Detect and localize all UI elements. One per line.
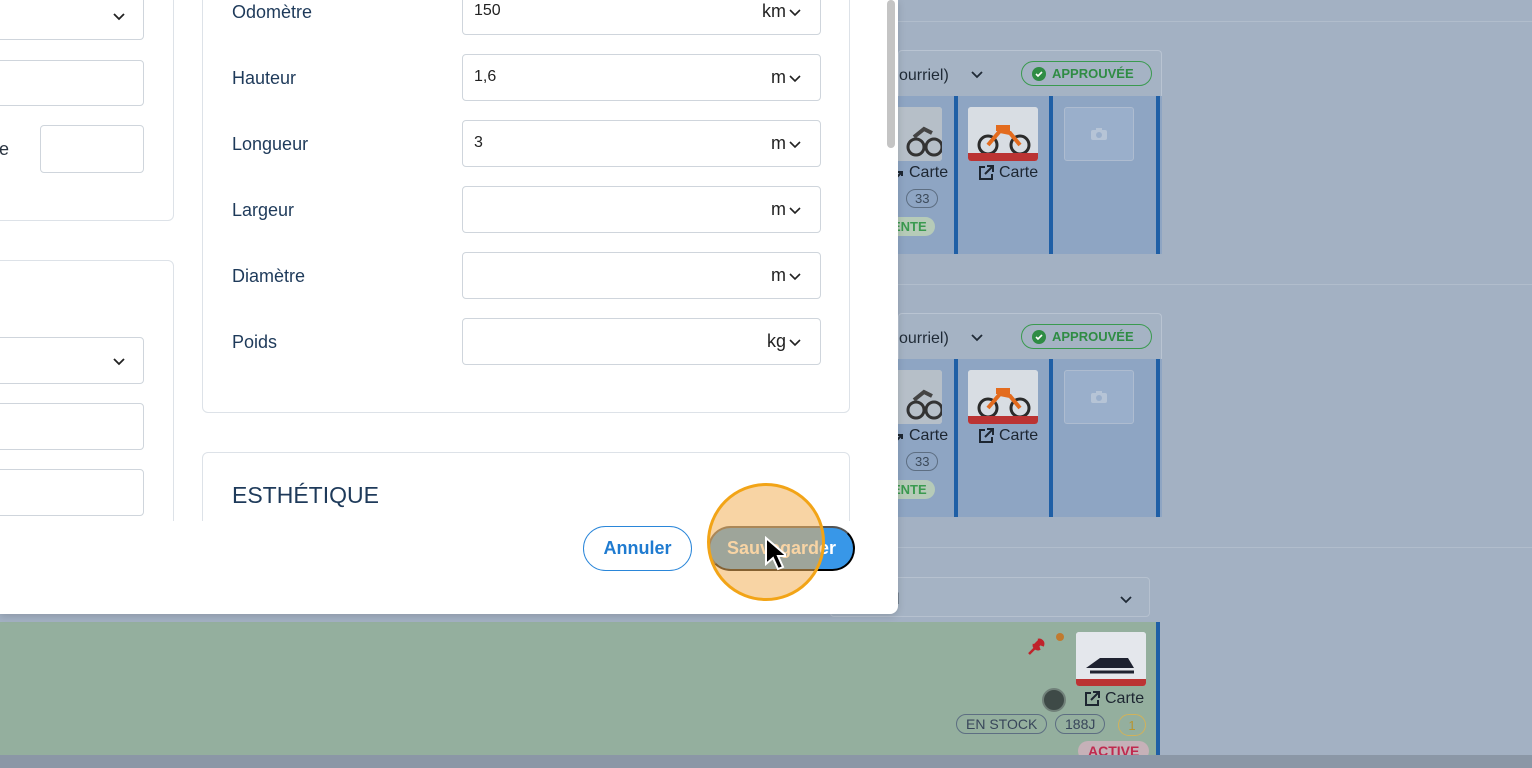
- count-badge: 33: [906, 452, 939, 471]
- camera-icon: [1091, 391, 1107, 403]
- divider: [898, 547, 1532, 548]
- vehicle-thumbnail[interactable]: [968, 107, 1038, 161]
- carte-link[interactable]: Carte: [894, 164, 948, 182]
- listing-row: ourriel) APPROUVÉE Carte Carte 33 ENTE: [872, 313, 1162, 519]
- status-dot: [1056, 633, 1064, 641]
- height-label: Hauteur: [232, 68, 297, 88]
- row-header: ourriel) APPROUVÉE: [898, 313, 1162, 359]
- chevron-down-icon[interactable]: [788, 203, 802, 217]
- height-value: 1,6: [474, 68, 497, 85]
- divider: [898, 21, 1532, 22]
- length-value: 3: [474, 134, 483, 151]
- odometer-unit-select[interactable]: km: [762, 1, 786, 22]
- chevron-down-icon[interactable]: [788, 71, 802, 85]
- modal-scroll-area[interactable]: te Odomètre 150 km Hauteur 1,6 m Longueu…: [0, 0, 898, 521]
- column-divider: [954, 359, 958, 517]
- left-input[interactable]: [40, 125, 144, 173]
- days-badge: 188J: [1055, 714, 1106, 734]
- selected-listing-row: [0, 622, 1160, 756]
- mouse-cursor-icon: [765, 536, 786, 571]
- chevron-down-icon[interactable]: [788, 137, 802, 151]
- odometer-label: Odomètre: [232, 2, 313, 22]
- width-unit-select[interactable]: m: [771, 199, 786, 220]
- carte-link-label: Carte: [999, 164, 1039, 181]
- weight-field[interactable]: kg: [462, 318, 821, 365]
- width-field[interactable]: m: [462, 186, 821, 233]
- weight-unit-select[interactable]: kg: [767, 331, 786, 352]
- chevron-down-icon: [113, 13, 125, 21]
- diameter-unit-select[interactable]: m: [771, 265, 786, 286]
- carte-link[interactable]: Carte: [1084, 690, 1144, 708]
- approved-badge-label: APPROUVÉE: [1052, 329, 1134, 344]
- row-header: ourriel) APPROUVÉE: [898, 50, 1162, 96]
- external-link-icon: [979, 165, 994, 180]
- weight-label: Poids: [232, 332, 278, 352]
- left-partial-label: te: [0, 139, 10, 159]
- height-field[interactable]: 1,6 m: [462, 54, 821, 101]
- vehicle-thumbnail[interactable]: [1076, 632, 1146, 686]
- check-circle-icon: [1032, 66, 1046, 81]
- approved-badge: APPROUVÉE: [1021, 61, 1152, 86]
- avatar: [1042, 688, 1066, 712]
- length-field[interactable]: 3 m: [462, 120, 821, 167]
- left-select[interactable]: [0, 0, 144, 40]
- external-link-icon: [979, 428, 994, 443]
- cancel-button[interactable]: Annuler: [583, 526, 692, 571]
- check-circle-icon: [1032, 329, 1046, 344]
- chevron-down-icon[interactable]: [969, 66, 985, 82]
- esthetique-title: ESTHÉTIQUE: [232, 482, 379, 508]
- empty-photo-slot[interactable]: [1064, 370, 1134, 424]
- carte-link-label: Carte: [1105, 690, 1145, 707]
- external-link-icon: [1085, 691, 1100, 706]
- chevron-down-icon[interactable]: [788, 269, 802, 283]
- chevron-down-icon[interactable]: [969, 329, 985, 345]
- left-input[interactable]: [0, 469, 144, 516]
- count-badge: 33: [906, 189, 939, 208]
- chevron-down-icon[interactable]: [788, 335, 802, 349]
- bottom-strip: [0, 755, 1532, 768]
- length-unit-select[interactable]: m: [771, 133, 786, 154]
- camera-icon: [1091, 128, 1107, 140]
- contact-method-select[interactable]: ourriel): [899, 67, 949, 85]
- column-divider: [954, 96, 958, 254]
- column-divider: [1156, 96, 1160, 254]
- length-label: Longueur: [232, 134, 309, 154]
- contact-method-select[interactable]: ourriel): [899, 330, 949, 348]
- wrench-icon[interactable]: [1026, 637, 1046, 657]
- carte-link[interactable]: Carte: [978, 164, 1038, 182]
- diameter-field[interactable]: m: [462, 252, 821, 299]
- chevron-down-icon: [113, 358, 125, 366]
- left-input[interactable]: [0, 60, 144, 106]
- column-divider: [1049, 359, 1053, 517]
- count-badge: 1: [1118, 714, 1146, 736]
- carte-link[interactable]: Carte: [978, 427, 1038, 445]
- carte-link-label: Carte: [909, 164, 949, 181]
- vehicle-thumbnail[interactable]: [968, 370, 1038, 424]
- approved-badge: APPROUVÉE: [1021, 324, 1152, 349]
- left-select[interactable]: [0, 337, 144, 384]
- chevron-down-icon[interactable]: [788, 5, 802, 19]
- column-divider: [1156, 622, 1160, 768]
- odometer-field[interactable]: 150 km: [462, 0, 821, 35]
- width-label: Largeur: [232, 200, 295, 220]
- carte-link-label: Carte: [909, 427, 949, 444]
- left-input[interactable]: [0, 403, 144, 450]
- odometer-value: 150: [474, 2, 501, 19]
- height-unit-select[interactable]: m: [771, 67, 786, 88]
- stock-badge: EN STOCK: [956, 714, 1048, 734]
- empty-photo-slot[interactable]: [1064, 107, 1134, 161]
- carte-link-label: Carte: [999, 427, 1039, 444]
- carte-link[interactable]: Carte: [894, 427, 948, 445]
- approved-badge-label: APPROUVÉE: [1052, 66, 1134, 81]
- chevron-down-icon: [1120, 596, 1132, 604]
- divider: [898, 284, 1532, 285]
- diameter-label: Diamètre: [232, 266, 306, 286]
- listing-row: ourriel) APPROUVÉE Carte Carte 33 ENTE: [872, 50, 1162, 256]
- modal-scrollbar[interactable]: [887, 0, 895, 148]
- column-divider: [1156, 359, 1160, 517]
- column-divider: [1049, 96, 1053, 254]
